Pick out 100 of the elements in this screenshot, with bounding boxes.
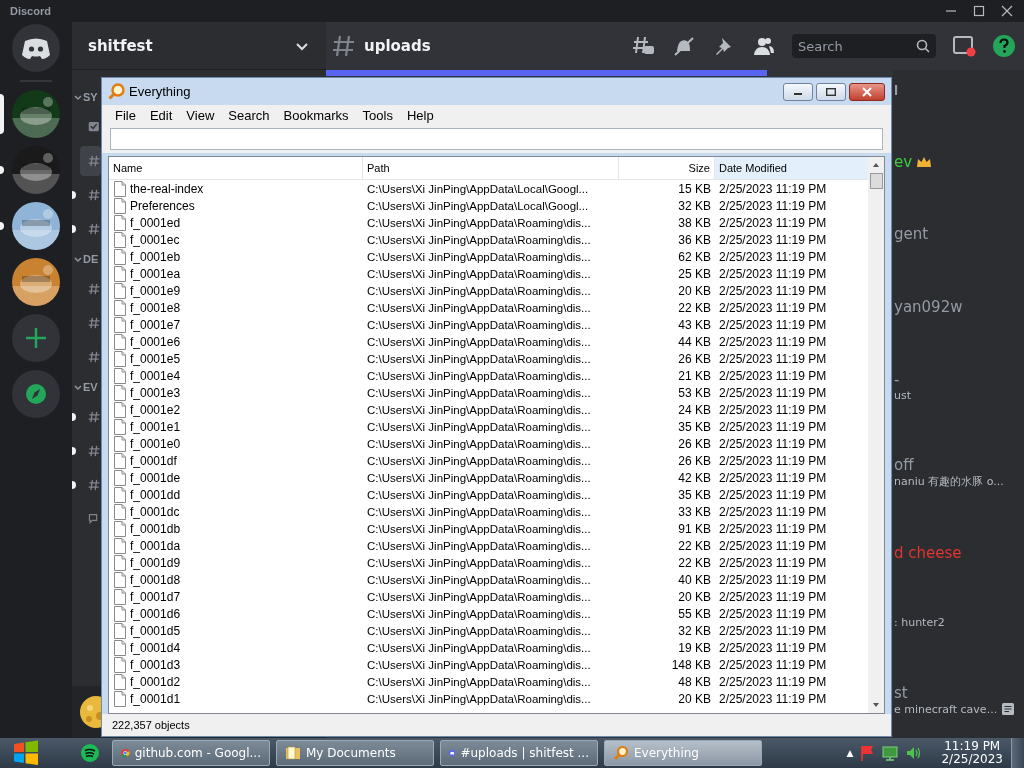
show-desktop-button[interactable]: [1011, 738, 1024, 768]
file-icon: [113, 333, 127, 350]
file-size: 38 KB: [677, 215, 712, 230]
taskbar-button[interactable]: #uploads | shitfest ...: [440, 740, 598, 766]
file-size: 22 KB: [677, 538, 712, 553]
chat-logo-icon[interactable]: [12, 24, 60, 72]
column-header[interactable]: Name: [109, 157, 363, 179]
file-path: C:\Users\Xi JinPing\AppData\Roaming\dis...: [366, 573, 592, 586]
search-field[interactable]: Search: [792, 34, 936, 58]
close-button[interactable]: [849, 82, 885, 101]
file-date: 2/25/2023 11:19 PM: [718, 181, 828, 196]
menu-item[interactable]: File: [108, 107, 143, 123]
scroll-down-icon[interactable]: [871, 701, 881, 709]
menu-item[interactable]: Help: [399, 107, 441, 123]
file-icon: [113, 639, 127, 656]
chevron-down-icon[interactable]: [74, 94, 82, 100]
category-label[interactable]: DE: [83, 253, 99, 265]
file-icon: [113, 469, 127, 486]
file-name: f_0001e6: [130, 334, 181, 349]
file-date: 2/25/2023 11:19 PM: [718, 232, 828, 247]
flag-icon[interactable]: [859, 744, 876, 762]
file-icon: [113, 588, 127, 605]
file-date: 2/25/2023 11:19 PM: [718, 453, 828, 468]
chevron-down-icon[interactable]: [74, 384, 82, 390]
file-size: 20 KB: [677, 283, 712, 298]
file-date: 2/25/2023 11:19 PM: [718, 300, 828, 315]
category-label[interactable]: SY: [83, 91, 98, 103]
member-name[interactable]: ev: [894, 152, 913, 171]
muted-bell-icon[interactable]: [672, 35, 696, 57]
file-path: C:\Users\Xi JinPing\AppData\Roaming\dis...: [366, 539, 592, 552]
file-name: f_0001db: [130, 521, 181, 536]
inbox-icon[interactable]: [952, 34, 976, 58]
file-icon: [113, 537, 127, 554]
scroll-up-icon[interactable]: [871, 161, 881, 169]
file-date: 2/25/2023 11:19 PM: [718, 385, 828, 400]
file-date: 2/25/2023 11:19 PM: [718, 249, 828, 264]
file-size: 22 KB: [677, 555, 712, 570]
file-name: f_0001da: [130, 538, 181, 553]
member-name[interactable]: -: [894, 370, 900, 389]
file-name: f_0001e0: [130, 436, 181, 451]
file-name: f_0001d7: [130, 589, 181, 604]
clock[interactable]: 11:19 PM 2/25/2023: [939, 740, 1005, 766]
file-path: C:\Users\Xi JinPing\AppData\Roaming\dis...: [366, 352, 592, 365]
category-label[interactable]: EV: [83, 381, 98, 393]
scrollbar[interactable]: [868, 157, 884, 713]
file-size: 48 KB: [677, 674, 712, 689]
threads-icon[interactable]: [632, 35, 656, 57]
file-name: f_0001e4: [130, 368, 181, 383]
menu-item[interactable]: Edit: [142, 107, 180, 123]
taskbar-button[interactable]: My Documents: [276, 740, 434, 766]
close-icon[interactable]: [1000, 5, 1014, 17]
menu-item[interactable]: Search: [221, 107, 277, 123]
file-path: C:\Users\Xi JinPing\AppData\Roaming\dis...: [366, 284, 592, 297]
file-date: 2/25/2023 11:19 PM: [718, 368, 828, 383]
file-size: 43 KB: [677, 317, 712, 332]
file-icon: [113, 197, 127, 214]
network-icon[interactable]: [881, 744, 900, 762]
file-icon: [113, 231, 127, 248]
file-date: 2/25/2023 11:19 PM: [718, 572, 828, 587]
folder-icon: [285, 745, 301, 761]
file-size: 36 KB: [677, 232, 712, 247]
member-status: naniu 有趣的水豚 o...: [894, 474, 1004, 490]
help-icon[interactable]: [992, 34, 1016, 58]
file-icon: [113, 299, 127, 316]
file-date: 2/25/2023 11:19 PM: [718, 691, 828, 706]
add-server-icon[interactable]: [12, 314, 60, 362]
file-name: f_0001e1: [130, 419, 181, 434]
member-name[interactable]: gent: [894, 225, 929, 244]
channel-title: uploads: [364, 37, 431, 55]
file-name: f_0001e9: [130, 283, 181, 298]
menu-item[interactable]: Tools: [355, 107, 400, 123]
file-size: 20 KB: [677, 589, 712, 604]
search-field[interactable]: [110, 128, 883, 150]
music-app-icon[interactable]: [80, 743, 100, 763]
channel-item[interactable]: [80, 146, 101, 176]
menu-item[interactable]: Bookmarks: [276, 107, 356, 123]
start-button[interactable]: [12, 739, 40, 767]
tray-arrow[interactable]: ▲: [846, 748, 854, 758]
file-icon: [113, 367, 127, 384]
file-size: 91 KB: [677, 521, 712, 536]
member-name[interactable]: off: [894, 456, 914, 475]
minimize-button[interactable]: [783, 82, 813, 101]
member-name[interactable]: yan092w: [894, 297, 963, 316]
maximize-button[interactable]: [816, 82, 846, 101]
file-icon: [113, 248, 127, 265]
scroll-thumb[interactable]: [869, 173, 883, 189]
member-name[interactable]: st: [894, 684, 908, 702]
chevron-down-icon[interactable]: [74, 256, 82, 262]
taskbar-button[interactable]: github.com - Googl...: [112, 740, 270, 766]
file-path: C:\Users\Xi JinPing\AppData\Roaming\dis...: [366, 607, 592, 620]
maximize-icon[interactable]: [972, 5, 986, 17]
members-icon[interactable]: [752, 35, 776, 57]
file-size: 21 KB: [677, 368, 712, 383]
file-size: 148 KB: [670, 657, 712, 672]
column-header[interactable]: Path: [363, 157, 619, 179]
menu-item[interactable]: View: [179, 107, 222, 123]
file-path: C:\Users\Xi JinPing\AppData\Roaming\dis...: [366, 335, 592, 348]
compass-icon[interactable]: [12, 370, 60, 418]
file-path: C:\Users\Xi JinPing\AppData\Roaming\dis...: [366, 624, 592, 637]
column-header[interactable]: Date Modified: [715, 157, 868, 179]
